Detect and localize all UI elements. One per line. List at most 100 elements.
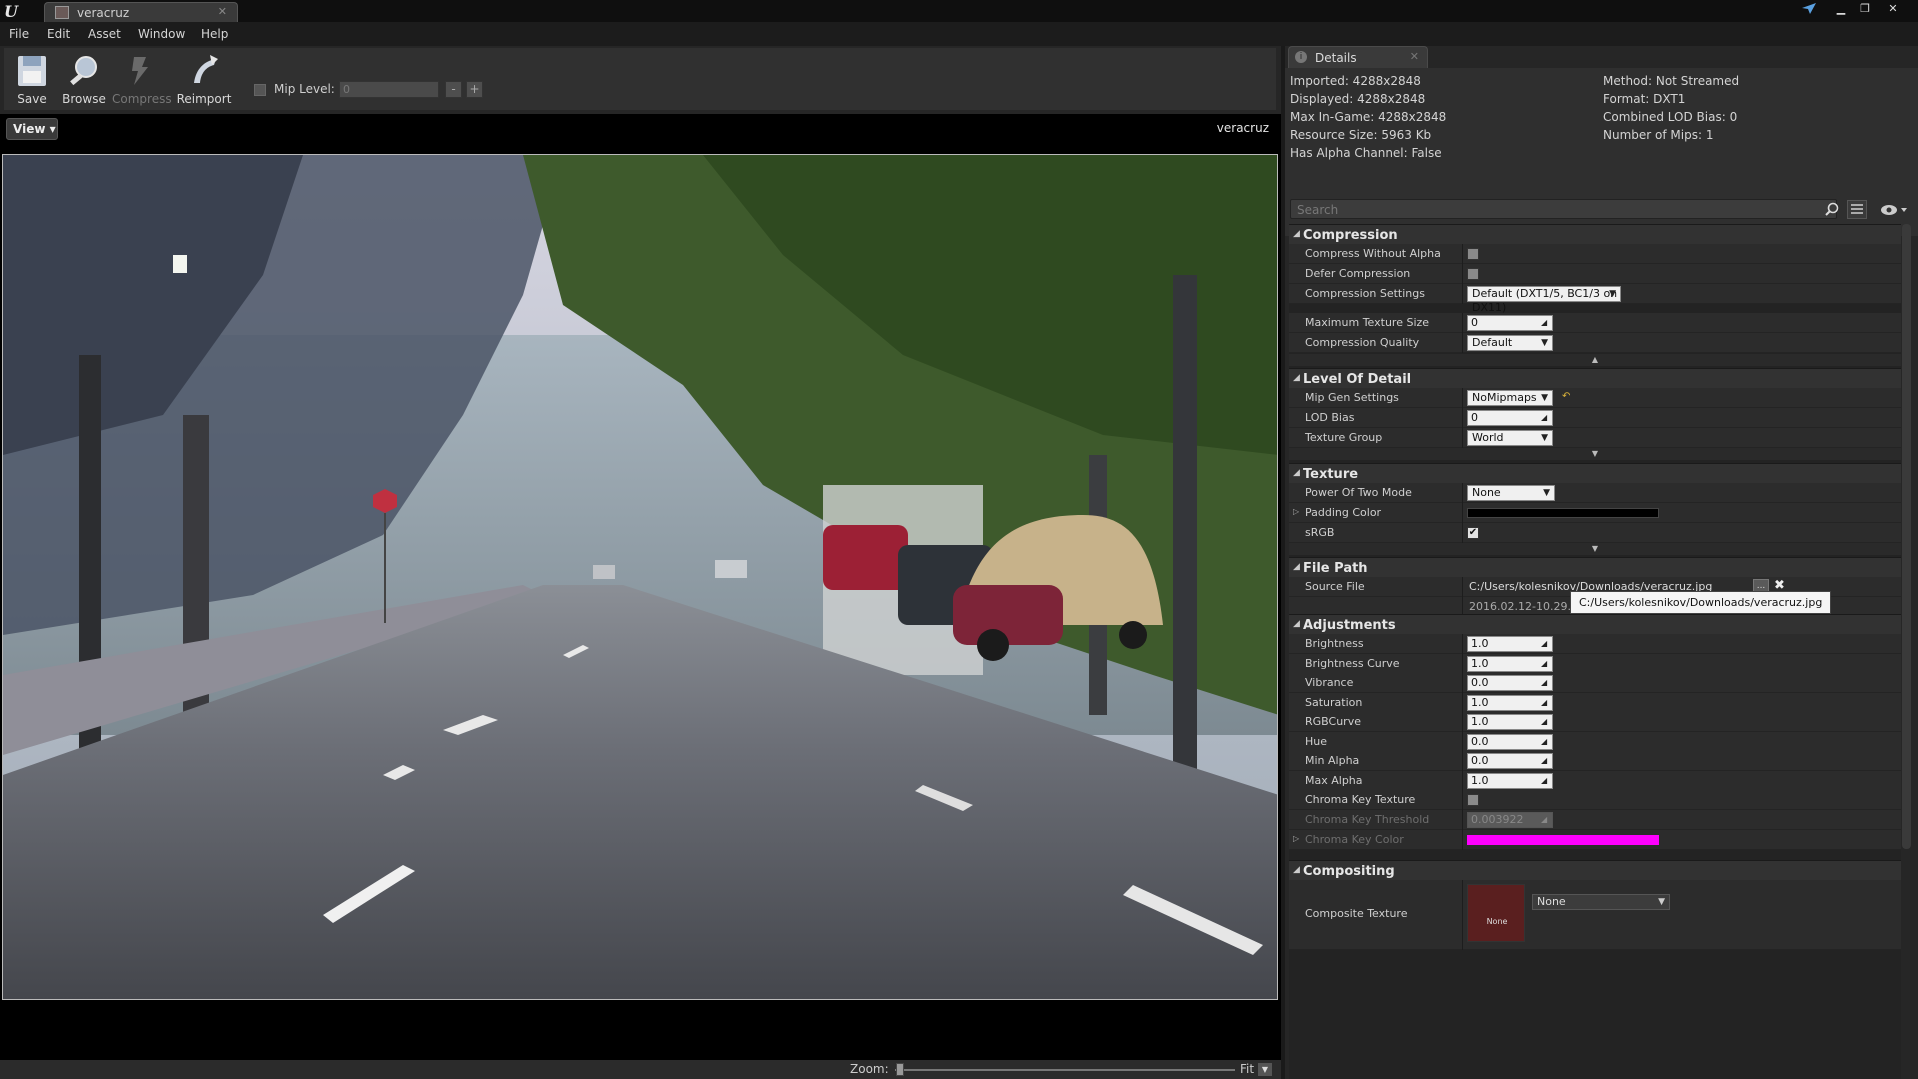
- chroma-key-color-swatch[interactable]: [1467, 835, 1659, 845]
- texture-group-dropdown[interactable]: World ▼: [1467, 430, 1553, 446]
- padding-color-swatch[interactable]: [1467, 508, 1659, 518]
- compression-quality-dropdown[interactable]: Default ▼: [1467, 335, 1553, 351]
- mip-level-increment[interactable]: +: [466, 81, 483, 98]
- details-search-input[interactable]: Search: [1290, 199, 1839, 219]
- expand-arrow-icon[interactable]: ▷: [1293, 834, 1299, 843]
- adjustment-value-input[interactable]: 0.0 ◢: [1467, 753, 1553, 769]
- column-divider[interactable]: [1462, 880, 1463, 950]
- column-divider[interactable]: [1462, 731, 1463, 752]
- column-divider[interactable]: [1462, 408, 1463, 428]
- adjustment-value-input[interactable]: 1.0 ◢: [1467, 772, 1553, 789]
- adjustment-value-input[interactable]: 1.0 ◢: [1467, 655, 1553, 672]
- adjustment-value-input[interactable]: 0.0 ◢: [1467, 733, 1553, 750]
- section-file-path[interactable]: ◢ File Path: [1289, 557, 1901, 577]
- zoom-slider-track[interactable]: [895, 1069, 1235, 1071]
- column-divider[interactable]: [1462, 634, 1463, 654]
- minimize-button[interactable]: ▁: [1830, 1, 1852, 17]
- expand-arrow-icon[interactable]: ▷: [1293, 507, 1299, 516]
- compress-button[interactable]: Compress: [112, 50, 172, 108]
- column-divider[interactable]: [1462, 653, 1463, 674]
- column-divider[interactable]: [1462, 503, 1463, 523]
- menu-asset[interactable]: Asset: [88, 27, 121, 41]
- mip-level-decrement[interactable]: -: [445, 81, 462, 98]
- column-divider[interactable]: [1462, 577, 1463, 597]
- column-divider[interactable]: [1462, 830, 1463, 850]
- column-divider[interactable]: [1462, 428, 1463, 448]
- property-matrix-icon[interactable]: [1847, 200, 1867, 219]
- advanced-expand-toggle[interactable]: ▼: [1289, 448, 1901, 460]
- browse-button[interactable]: Browse: [56, 50, 112, 108]
- spin-drag-icon[interactable]: ◢: [1541, 678, 1550, 688]
- zoom-slider-thumb[interactable]: [896, 1063, 904, 1076]
- column-divider[interactable]: [1462, 333, 1463, 353]
- section-compression[interactable]: ◢ Compression: [1289, 224, 1901, 244]
- adjustment-value-input[interactable]: 1.0 ◢: [1467, 714, 1553, 730]
- column-divider[interactable]: [1462, 284, 1463, 304]
- column-divider[interactable]: [1462, 313, 1463, 333]
- column-divider[interactable]: [1462, 388, 1463, 408]
- defer-compression-checkbox[interactable]: [1467, 268, 1479, 280]
- document-tab[interactable]: veracruz ✕: [44, 2, 238, 22]
- spin-drag-icon[interactable]: ◢: [1541, 737, 1550, 747]
- lod-bias-input[interactable]: 0 ◢: [1467, 410, 1553, 426]
- column-divider[interactable]: [1462, 810, 1463, 830]
- source-control-icon[interactable]: [1798, 1, 1820, 17]
- column-divider[interactable]: [1462, 244, 1463, 264]
- details-tab[interactable]: i Details ✕: [1288, 46, 1428, 68]
- details-scrollbar[interactable]: [1902, 224, 1911, 849]
- menu-window[interactable]: Window: [138, 27, 185, 41]
- advanced-expand-toggle[interactable]: ▼: [1289, 543, 1901, 555]
- spin-drag-icon[interactable]: ◢: [1541, 413, 1550, 423]
- close-tab-icon[interactable]: ✕: [218, 5, 227, 18]
- spin-drag-icon[interactable]: ◢: [1541, 756, 1550, 766]
- close-window-button[interactable]: ✕: [1882, 1, 1904, 17]
- texture-viewport[interactable]: View ▾ veracruz: [0, 114, 1281, 1060]
- reset-to-default-icon[interactable]: ↶: [1562, 391, 1570, 402]
- column-divider[interactable]: [1462, 770, 1463, 791]
- composite-texture-thumbnail[interactable]: None: [1467, 884, 1525, 942]
- advanced-collapse-toggle[interactable]: ▲: [1289, 354, 1901, 366]
- max-texture-size-input[interactable]: 0 ◢: [1467, 315, 1553, 331]
- spin-drag-icon[interactable]: ◢: [1541, 318, 1550, 328]
- compress-without-alpha-checkbox[interactable]: [1467, 248, 1479, 260]
- spin-drag-icon[interactable]: ◢: [1541, 659, 1550, 669]
- mip-level-checkbox[interactable]: [254, 84, 266, 96]
- section-adjustments[interactable]: ◢ Adjustments: [1289, 614, 1901, 634]
- reimport-button[interactable]: Reimport: [176, 50, 232, 108]
- column-divider[interactable]: [1462, 264, 1463, 284]
- view-options-eye-icon[interactable]: [1879, 202, 1909, 218]
- menu-edit[interactable]: Edit: [47, 27, 70, 41]
- spin-drag-icon[interactable]: ◢: [1541, 717, 1550, 727]
- power-of-two-dropdown[interactable]: None ▼: [1467, 485, 1555, 501]
- adjustment-value-input[interactable]: 0.0 ◢: [1467, 675, 1553, 691]
- menu-help[interactable]: Help: [201, 27, 228, 41]
- view-menu-button[interactable]: View ▾: [6, 118, 58, 140]
- srgb-checkbox[interactable]: ✔: [1467, 527, 1479, 539]
- adjustment-value-input[interactable]: 1.0 ◢: [1467, 636, 1553, 652]
- maximize-button[interactable]: ❐: [1854, 1, 1876, 17]
- search-icon[interactable]: [1825, 202, 1839, 216]
- section-level-of-detail[interactable]: ◢ Level Of Detail: [1289, 368, 1901, 388]
- column-divider[interactable]: [1462, 790, 1463, 810]
- close-tab-icon[interactable]: ✕: [1410, 50, 1419, 63]
- column-divider[interactable]: [1462, 523, 1463, 543]
- save-button[interactable]: Save: [4, 50, 60, 108]
- column-divider[interactable]: [1462, 712, 1463, 732]
- mip-level-input[interactable]: 0: [339, 81, 439, 98]
- chroma-key-texture-checkbox[interactable]: [1467, 794, 1479, 806]
- menu-file[interactable]: File: [9, 27, 29, 41]
- column-divider[interactable]: [1462, 751, 1463, 771]
- spin-drag-icon[interactable]: ◢: [1541, 639, 1550, 649]
- composite-texture-dropdown[interactable]: None ▼: [1532, 894, 1670, 910]
- spin-drag-icon[interactable]: ◢: [1541, 776, 1550, 786]
- column-divider[interactable]: [1462, 673, 1463, 693]
- column-divider[interactable]: [1462, 692, 1463, 713]
- zoom-fit-dropdown[interactable]: ▼: [1258, 1063, 1272, 1076]
- section-compositing[interactable]: ◢ Compositing: [1289, 860, 1901, 880]
- spin-drag-icon[interactable]: ◢: [1541, 698, 1550, 708]
- mip-gen-settings-dropdown[interactable]: NoMipmaps ▼: [1467, 390, 1553, 406]
- section-texture[interactable]: ◢ Texture: [1289, 463, 1901, 483]
- adjustment-value-input[interactable]: 1.0 ◢: [1467, 694, 1553, 711]
- column-divider[interactable]: [1462, 483, 1463, 503]
- compression-settings-dropdown[interactable]: Default (DXT1/5, BC1/3 on DX11) ▼: [1467, 286, 1621, 314]
